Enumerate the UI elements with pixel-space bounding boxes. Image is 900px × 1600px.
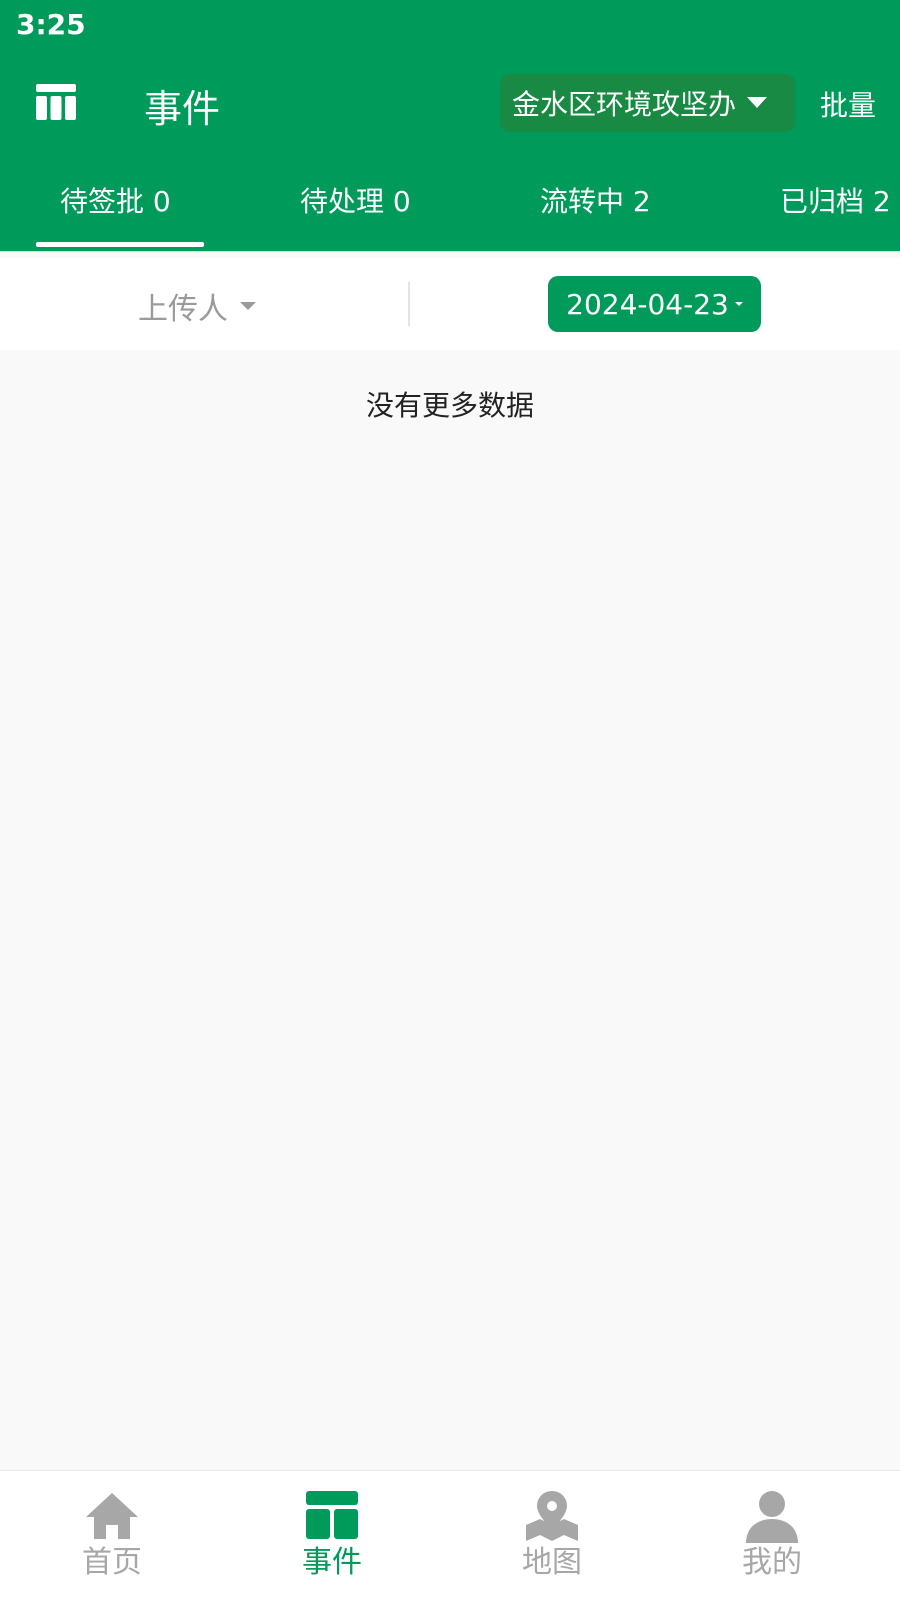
page-title: 事件 bbox=[144, 87, 221, 131]
tab-in-circulation[interactable]: 流转中 2 bbox=[540, 180, 651, 220]
bottom-nav: 首页 事件 地图 我的 bbox=[0, 1470, 900, 1600]
nav-profile[interactable]: 我的 bbox=[712, 1489, 832, 1581]
status-time: 3:25 bbox=[16, 8, 86, 41]
table-icon[interactable] bbox=[36, 84, 76, 120]
home-icon bbox=[86, 1493, 138, 1539]
app-header: 3:25 事件 金水区环境攻坚办 批量 待签批 0 待处理 0 流转中 2 已归… bbox=[0, 0, 900, 252]
nav-home-label: 首页 bbox=[82, 1545, 142, 1580]
batch-button[interactable]: 批量 bbox=[820, 84, 876, 124]
org-select-value: 金水区环境攻坚办 bbox=[512, 88, 737, 121]
nav-map-label: 地图 bbox=[522, 1545, 582, 1580]
nav-events-label: 事件 bbox=[302, 1545, 362, 1580]
empty-state-text: 没有更多数据 bbox=[365, 389, 534, 422]
date-filter[interactable]: 2024-04-23 bbox=[548, 276, 761, 332]
uploader-filter-label: 上传人 bbox=[138, 292, 228, 327]
user-icon bbox=[746, 1491, 798, 1543]
tab-archived[interactable]: 已归档 2 bbox=[780, 180, 891, 220]
caret-down-icon bbox=[240, 302, 256, 310]
caret-down-icon bbox=[734, 302, 743, 306]
event-screen: 3:25 事件 金水区环境攻坚办 批量 待签批 0 待处理 0 流转中 2 已归… bbox=[0, 0, 900, 1600]
tab-pending-processing[interactable]: 待处理 0 bbox=[300, 180, 411, 220]
nav-profile-label: 我的 bbox=[742, 1545, 802, 1580]
chevron-down-icon bbox=[747, 97, 767, 108]
active-tab-indicator bbox=[36, 242, 204, 247]
tab-pending-approval[interactable]: 待签批 0 bbox=[60, 180, 171, 220]
org-select[interactable]: 金水区环境攻坚办 bbox=[500, 74, 795, 132]
nav-home[interactable]: 首页 bbox=[52, 1489, 172, 1581]
nav-events[interactable]: 事件 bbox=[272, 1489, 392, 1581]
filter-bar: 上传人 2024-04-23 bbox=[0, 258, 900, 350]
tabs-divider bbox=[0, 251, 900, 252]
event-grid-icon bbox=[306, 1491, 358, 1539]
map-pin-icon bbox=[526, 1491, 578, 1541]
filter-divider bbox=[408, 282, 410, 326]
date-filter-value: 2024-04-23 bbox=[566, 287, 729, 321]
uploader-filter[interactable]: 上传人 bbox=[138, 284, 256, 328]
status-tabs: 待签批 0 待处理 0 流转中 2 已归档 2 bbox=[0, 172, 900, 252]
nav-map[interactable]: 地图 bbox=[492, 1489, 612, 1581]
